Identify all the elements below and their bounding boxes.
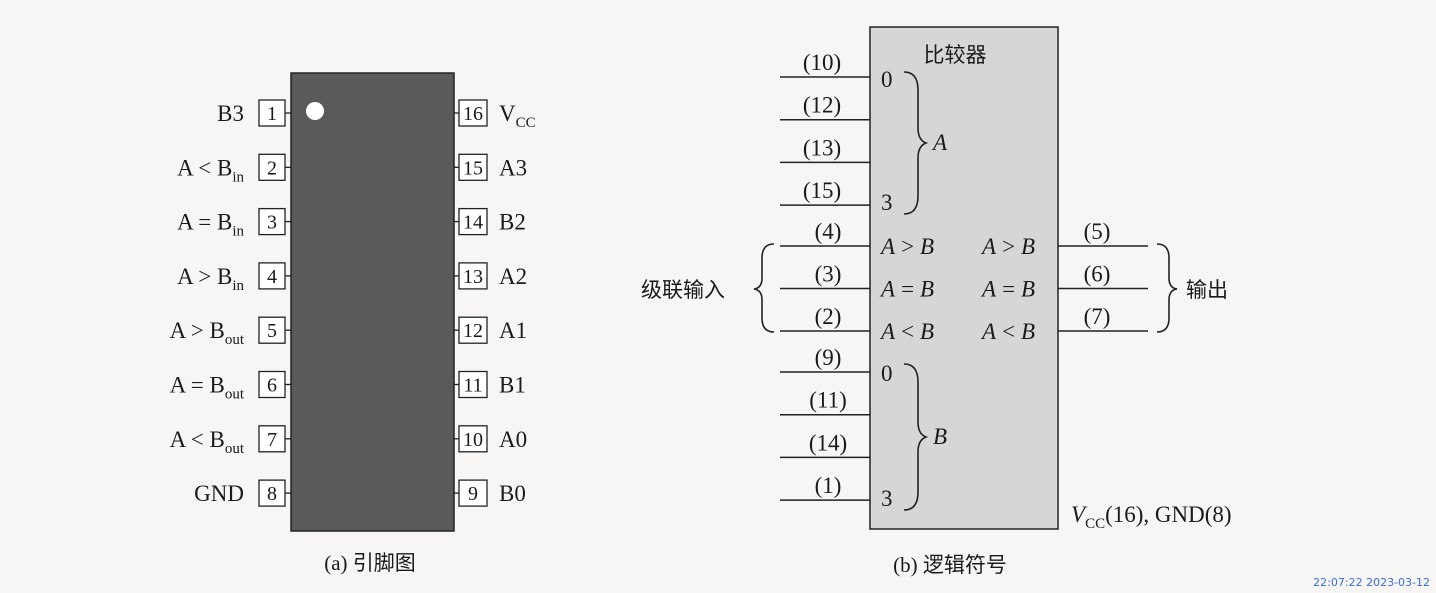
cascade-input-pin: (4) <box>815 219 842 244</box>
pin-number-7: 7 <box>267 429 277 451</box>
pin-number-5: 5 <box>267 320 277 342</box>
timestamp: 22:07:22 2023-03-12 <box>1313 576 1430 589</box>
pin-number-1: 1 <box>267 103 277 125</box>
cascade-brace <box>753 243 775 333</box>
pin-number-13: 13 <box>463 266 483 288</box>
pin-number-16: 16 <box>463 103 483 125</box>
pin-name-7: A < Bout <box>170 427 245 457</box>
cascade-input-pin: (3) <box>815 262 842 287</box>
output-label-text: A > B <box>980 234 1035 259</box>
pin-name-9: B0 <box>499 481 526 506</box>
pin-number-4: 4 <box>267 266 277 288</box>
a-input-pin: (10) <box>803 50 841 75</box>
pin-name-16: VCC <box>499 101 536 131</box>
a-input-pin: (12) <box>803 93 841 118</box>
pin-name-10: A0 <box>499 427 527 452</box>
pin-number-14: 14 <box>463 212 483 234</box>
ic-package-body <box>290 72 455 532</box>
a-input-pin: (15) <box>803 178 841 203</box>
output-pin: (6) <box>1084 262 1111 287</box>
pin-name-2: A < Bin <box>177 155 244 185</box>
a-input-lines: (10) (12) (13) (15) <box>780 50 870 206</box>
pin-name-12: A1 <box>499 318 527 343</box>
b-group-label: B <box>933 424 947 449</box>
output-pin: (7) <box>1084 304 1111 329</box>
power-label: VCC(16), GND(8) <box>1071 502 1232 532</box>
output-brace <box>1156 243 1178 333</box>
logic-symbol-caption: (b) 逻辑符号 <box>893 553 1007 577</box>
pinout-caption: (a) 引脚图 <box>324 551 416 575</box>
pin-number-2: 2 <box>267 157 277 179</box>
b-input-pin: (14) <box>809 430 847 455</box>
cascade-input-label: A < B <box>879 319 934 344</box>
output-label: 输出 <box>1186 278 1228 302</box>
cascade-input-label: A = B <box>879 277 934 302</box>
cascade-input-label: A > B <box>879 234 934 259</box>
a-input-pin: (13) <box>803 135 841 160</box>
pin-number-3: 3 <box>267 212 277 234</box>
pin-name-4: A > Bin <box>177 264 244 294</box>
pinout-diagram: 1 B3 2 A < Bin 3 A = Bin 4 A > Bin 5 A > Bout 6 A =… <box>170 72 536 575</box>
diagram-canvas: 1B32A < Bin3A = Bin4A > Bin5A > Bout6A =… <box>170 26 1232 577</box>
pin1-marker-dot <box>306 102 324 120</box>
a-bit-start: 0 <box>881 67 893 92</box>
pin-name-14: B2 <box>499 210 526 235</box>
b-input-pin: (11) <box>809 388 846 413</box>
logic-symbol-diagram: 比较器 (10)(12)(13)(15) 0 3 A (4)A > B(3)A = B(… <box>641 26 1232 577</box>
output-lines: (5) A > B (6) A = B (7) A < B <box>980 219 1148 344</box>
pin-name-1: B3 <box>217 101 244 126</box>
output-label-text: A < B <box>980 319 1035 344</box>
output-label-text: A = B <box>980 277 1035 302</box>
pin-name-8: GND <box>194 481 244 506</box>
pin-name-11: B1 <box>499 373 526 398</box>
cascade-input-lines: (4) A > B (3) A = B (2) A < B <box>780 219 934 344</box>
b-input-lines: (9) (11) (14) (1) <box>780 345 870 501</box>
pin-name-13: A2 <box>499 264 527 289</box>
cascade-label: 级联输入 <box>641 278 725 302</box>
pin-number-15: 15 <box>463 157 483 179</box>
pin-number-6: 6 <box>267 375 277 397</box>
left-pin-column: 1 B3 2 A < Bin 3 A = Bin 4 A > Bin 5 A > Bout 6 A =… <box>170 99 291 507</box>
b-bit-end: 3 <box>881 486 893 511</box>
cascade-input-pin: (2) <box>815 304 842 329</box>
pin-number-9: 9 <box>468 483 478 505</box>
b-bit-start: 0 <box>881 361 893 386</box>
pin-number-12: 12 <box>463 320 483 342</box>
pin-name-15: A3 <box>499 155 527 180</box>
pin-number-11: 11 <box>463 375 482 397</box>
pin-name-6: A = Bout <box>170 373 245 403</box>
pin-number-10: 10 <box>463 429 483 451</box>
pin-number-8: 8 <box>267 483 277 505</box>
a-group-label: A <box>931 130 948 155</box>
output-pin: (5) <box>1084 219 1111 244</box>
pin-name-3: A = Bin <box>177 210 244 240</box>
pin-name-5: A > Bout <box>170 318 245 348</box>
a-bit-end: 3 <box>881 190 893 215</box>
comparator-title: 比较器 <box>924 43 987 67</box>
b-input-pin: (1) <box>815 473 842 498</box>
right-pin-column: 16 VCC 15 A3 14 B2 13 A2 12 A1 11 B1 10 A0 9 B0 <box>454 99 536 507</box>
b-input-pin: (9) <box>815 345 842 370</box>
